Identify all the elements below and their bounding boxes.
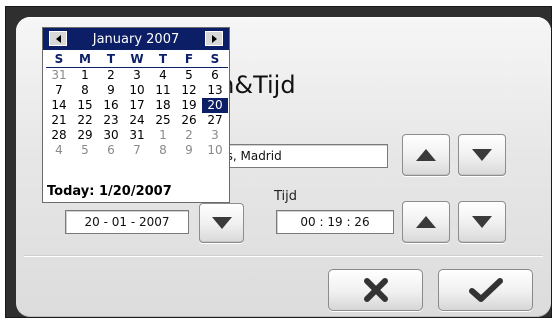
calendar-day[interactable]: 9	[176, 143, 202, 158]
calendar-day[interactable]: 5	[72, 143, 98, 158]
calendar-week-row: 7 8 9 10 11 12 13	[46, 83, 228, 98]
calendar-day[interactable]: 14	[46, 98, 72, 113]
triangle-right-icon	[211, 34, 217, 43]
arrow-up-icon	[416, 216, 436, 228]
calendar-day[interactable]: 5	[176, 68, 202, 83]
x-icon	[363, 278, 388, 302]
calendar-day[interactable]: 19	[176, 98, 202, 113]
date-dropdown-button[interactable]	[199, 203, 244, 243]
weekday-label: M	[79, 52, 91, 66]
weekday-label: T	[106, 52, 116, 66]
cancel-button[interactable]	[328, 269, 423, 311]
calendar-day[interactable]: 31	[124, 128, 150, 143]
checkmark-icon	[468, 278, 503, 302]
calendar-week-row: 21 22 23 24 25 26 27	[46, 113, 228, 128]
calendar-day[interactable]: 6	[98, 143, 124, 158]
arrow-down-icon	[472, 216, 492, 228]
weekday-label: T	[158, 52, 168, 66]
calendar-popup: January 2007 S M T W T F S 31 1 2 3 4 5 6 7 8 9 10 11 12 13 1…	[42, 27, 230, 203]
calendar-day[interactable]: 3	[202, 128, 228, 143]
calendar-day[interactable]: 12	[176, 83, 202, 98]
calendar-day[interactable]: 29	[72, 128, 98, 143]
window-frame: m&Tijd rijs, Madrid 20 - 01 - 2007 Tijd …	[5, 6, 552, 318]
weekday-label: S	[210, 52, 220, 66]
time-down-button[interactable]	[458, 201, 506, 243]
calendar-week-row: 28 29 30 31 1 2 3	[46, 128, 228, 143]
calendar-day[interactable]: 28	[46, 128, 72, 143]
calendar-day[interactable]: 24	[124, 113, 150, 128]
calendar-day[interactable]: 23	[98, 113, 124, 128]
timezone-down-button[interactable]	[458, 134, 506, 176]
weekday-label: W	[130, 52, 144, 66]
calendar-day[interactable]: 6	[202, 68, 228, 83]
weekday-header-row: S M TWT F S	[46, 52, 228, 68]
timezone-field[interactable]: rijs, Madrid	[206, 144, 388, 168]
calendar-week-row: 4 5 6 7 8 9 10	[46, 143, 228, 158]
calendar-day[interactable]: 26	[176, 113, 202, 128]
calendar-day[interactable]: 4	[150, 68, 176, 83]
date-value: 20 - 01 - 2007	[84, 215, 170, 229]
calendar-day[interactable]: 31	[46, 68, 72, 83]
calendar-day[interactable]: 18	[150, 98, 176, 113]
calendar-day[interactable]: 1	[72, 68, 98, 83]
calendar-day[interactable]: 7	[124, 143, 150, 158]
calendar-day[interactable]: 17	[124, 98, 150, 113]
prev-month-button[interactable]	[49, 31, 67, 46]
calendar-day[interactable]: 8	[72, 83, 98, 98]
calendar-day[interactable]: 16	[98, 98, 124, 113]
calendar-week-row: 14 15 16 17 18 19 20	[46, 98, 228, 113]
time-field[interactable]: 00 : 19 : 26	[276, 210, 394, 234]
chevron-down-icon	[211, 217, 232, 229]
calendar-day[interactable]: 3	[124, 68, 150, 83]
calendar-day[interactable]: 11	[150, 83, 176, 98]
calendar-day[interactable]: 2	[98, 68, 124, 83]
triangle-left-icon	[55, 34, 61, 43]
calendar-day[interactable]: 27	[202, 113, 228, 128]
today-link[interactable]: Today: 1/20/2007	[47, 184, 172, 199]
weekday-label: S	[54, 52, 64, 66]
calendar-day[interactable]: 13	[202, 83, 228, 98]
time-label: Tijd	[274, 189, 298, 204]
calendar-day[interactable]: 9	[98, 83, 124, 98]
arrow-up-icon	[416, 149, 436, 161]
date-field[interactable]: 20 - 01 - 2007	[65, 210, 189, 234]
calendar-header: January 2007	[43, 28, 229, 50]
time-up-button[interactable]	[402, 201, 450, 243]
calendar-day[interactable]: 8	[150, 143, 176, 158]
calendar-day[interactable]: 2	[176, 128, 202, 143]
calendar-day[interactable]: 21	[46, 113, 72, 128]
calendar-month-label: January 2007	[92, 31, 180, 47]
weekday-label: F	[184, 52, 194, 66]
arrow-down-icon	[472, 149, 492, 161]
ok-button[interactable]	[438, 269, 533, 311]
timezone-up-button[interactable]	[402, 134, 450, 176]
divider	[24, 255, 543, 256]
next-month-button[interactable]	[205, 31, 223, 46]
calendar-day[interactable]: 7	[46, 83, 72, 98]
calendar-day[interactable]: 10	[202, 143, 228, 158]
calendar-day-selected[interactable]: 20	[202, 98, 228, 113]
calendar-day[interactable]: 4	[46, 143, 72, 158]
calendar-week-row: 31 1 2 3 4 5 6	[46, 68, 228, 83]
calendar-day[interactable]: 15	[72, 98, 98, 113]
calendar-day[interactable]: 25	[150, 113, 176, 128]
time-value: 00 : 19 : 26	[300, 215, 370, 229]
calendar-day[interactable]: 1	[150, 128, 176, 143]
calendar-day[interactable]: 30	[98, 128, 124, 143]
calendar-day[interactable]: 22	[72, 113, 98, 128]
calendar-grid: S M T W T F S 31 1 2 3 4 5 6 7 8 9 10 11 12 13 14 15 16 17 18 19 20…	[46, 52, 228, 158]
calendar-day[interactable]: 10	[124, 83, 150, 98]
